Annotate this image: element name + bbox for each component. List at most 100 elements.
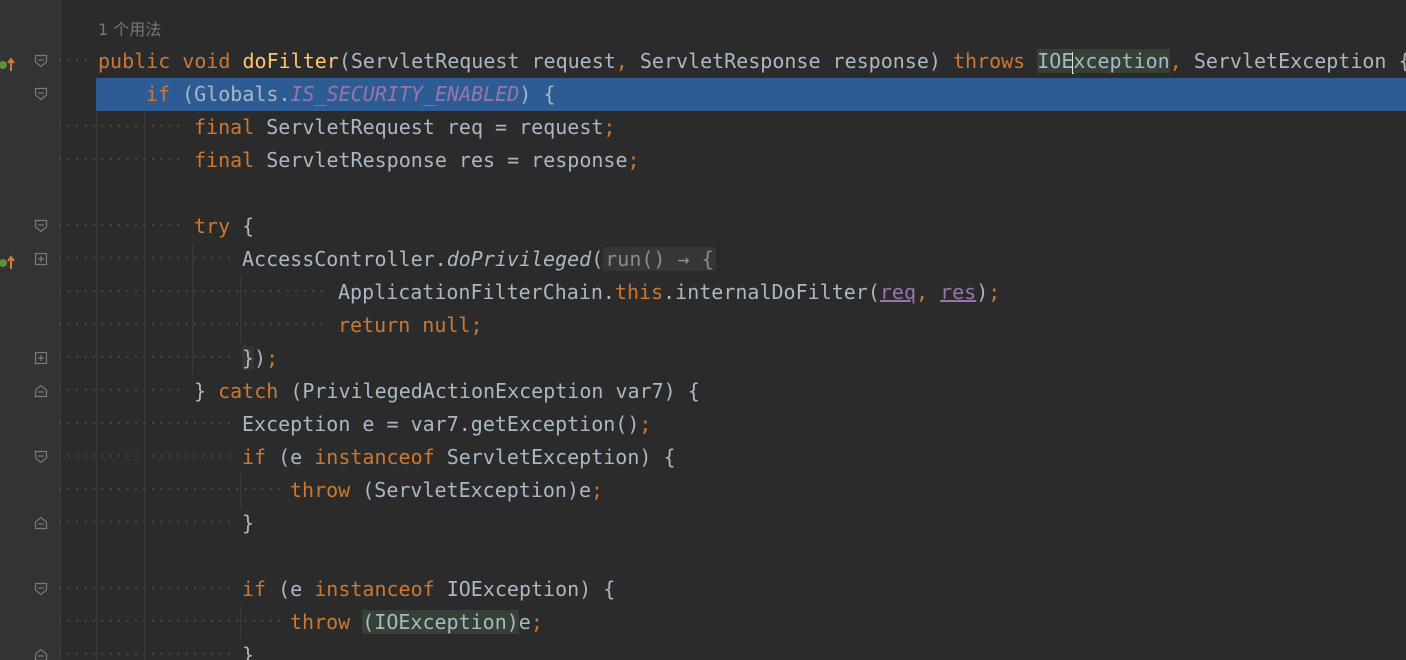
whitespace-dots: ···············	[56, 218, 183, 234]
fold-collapse-icon[interactable]	[34, 582, 48, 596]
code-text: throw (IOException)e;	[290, 606, 543, 639]
code-line-try[interactable]: ··············· try {	[0, 210, 1406, 243]
code-line-sig[interactable]: ···· public void doFilter(ServletRequest …	[0, 45, 1406, 78]
code-token: ,	[916, 280, 941, 304]
fold-end-icon[interactable]	[34, 516, 48, 530]
code-line-final-req[interactable]: ··············· final ServletRequest req …	[0, 111, 1406, 144]
code-token: this	[614, 280, 664, 304]
code-text: if (Globals.IS_SECURITY_ENABLED) {	[146, 78, 555, 111]
fold-collapse-icon[interactable]	[34, 54, 48, 68]
code-text: if (e instanceof IOException) {	[242, 573, 615, 606]
whitespace-dots: ·····················	[56, 515, 234, 531]
code-token: req	[879, 280, 916, 304]
code-line-blank-2[interactable]	[0, 540, 1406, 573]
code-token: catch	[218, 379, 291, 403]
code-token: try	[194, 214, 243, 238]
code-line-close-lambda[interactable]: ·····················});	[0, 342, 1406, 375]
whitespace-dots: ···························	[56, 614, 284, 630]
code-line-internal-do-filter[interactable]: ································ Applicat…	[0, 276, 1406, 309]
code-token: if	[242, 577, 279, 601]
code-token: }	[242, 346, 255, 370]
code-text: }	[242, 639, 254, 660]
whitespace-dots: ···························	[56, 482, 284, 498]
code-line-blank-1[interactable]	[0, 177, 1406, 210]
code-area[interactable]: 1 个用法 ···· public void doFilter(ServletRe…	[0, 0, 1406, 660]
code-text: try {	[194, 210, 254, 243]
code-token: ApplicationFilterChain.	[338, 280, 615, 304]
code-line-final-res[interactable]: ··············· final ServletResponse res…	[0, 144, 1406, 177]
code-token: ;	[470, 313, 483, 337]
code-line-throw-io[interactable]: ··························· throw (IOExce…	[0, 606, 1406, 639]
code-text: } catch (PrivilegedActionException var7)…	[194, 375, 700, 408]
usage-hint[interactable]: 1 个用法	[98, 16, 161, 44]
code-token: doFilter	[242, 49, 339, 73]
code-line-catch[interactable]: ··············· } catch (PrivilegedAction…	[0, 375, 1406, 408]
whitespace-dots: ····	[56, 53, 90, 69]
code-line-access-controller[interactable]: ····················· AccessController.do…	[0, 243, 1406, 276]
override-method-icon[interactable]	[0, 252, 16, 269]
code-token: ServletResponse res = response	[266, 148, 628, 172]
code-token: xception	[1073, 49, 1170, 73]
code-line-if-globals[interactable]: if (Globals.IS_SECURITY_ENABLED) {	[96, 78, 1406, 111]
code-token: (IOException)	[362, 610, 519, 634]
code-token: ServletException) {	[446, 445, 676, 469]
fold-expand-icon[interactable]	[34, 252, 48, 266]
whitespace-dots: ···············	[56, 152, 183, 168]
code-token: }	[242, 643, 255, 660]
code-token: ;	[988, 280, 1001, 304]
code-line-close-if-2[interactable]: ·····················}	[0, 639, 1406, 660]
code-token: IOE	[1037, 49, 1074, 73]
code-text: final ServletRequest req = request;	[194, 111, 615, 144]
code-text: });	[242, 342, 278, 375]
code-token: run() → {	[603, 247, 716, 271]
code-token: ,	[1169, 49, 1194, 73]
code-text: public void doFilter(ServletRequest requ…	[98, 45, 1406, 78]
fold-expand-icon[interactable]	[34, 351, 48, 365]
code-token: ;	[530, 610, 543, 634]
whitespace-dots: ·····················	[56, 251, 234, 267]
code-token: ;	[591, 478, 604, 502]
code-token: (	[591, 247, 604, 271]
code-token: instanceof	[314, 445, 447, 469]
code-token: if	[242, 445, 279, 469]
fold-collapse-icon[interactable]	[34, 219, 48, 233]
code-token: instanceof	[314, 577, 447, 601]
code-line-exception-e[interactable]: ····················· Exception e = var7.…	[0, 408, 1406, 441]
code-token: ;	[639, 412, 652, 436]
code-text: final ServletResponse res = response;	[194, 144, 640, 177]
code-token: {	[242, 214, 255, 238]
code-line-if-io-exception[interactable]: ····················· if (e instanceof IO…	[0, 573, 1406, 606]
override-method-icon[interactable]	[0, 54, 16, 71]
code-line-throw-servlet[interactable]: ··························· throw (Servle…	[0, 474, 1406, 507]
whitespace-dots: ·····················	[56, 449, 234, 465]
code-line-if-servlet-exception[interactable]: ····················· if (e instanceof Se…	[0, 441, 1406, 474]
code-token: AccessController.	[242, 247, 447, 271]
code-editor[interactable]: 1 个用法 ···· public void doFilter(ServletRe…	[0, 0, 1406, 660]
code-token: (e	[278, 445, 315, 469]
code-token: }	[194, 379, 219, 403]
code-token: public	[98, 49, 183, 73]
code-token: e	[518, 610, 531, 634]
code-line-close-if-1[interactable]: ·····················}	[0, 507, 1406, 540]
code-token: Exception e = var7.getException()	[242, 412, 640, 436]
code-token: throw	[290, 478, 363, 502]
whitespace-dots: ·····················	[56, 416, 234, 432]
code-token: .internalDoFilter(	[663, 280, 880, 304]
fold-end-icon[interactable]	[34, 648, 48, 660]
code-text: ApplicationFilterChain.this.internalDoFi…	[338, 276, 1000, 309]
whitespace-dots: ································	[56, 317, 326, 333]
fold-collapse-icon[interactable]	[34, 87, 48, 101]
whitespace-dots: ·····················	[56, 647, 234, 660]
whitespace-dots: ···············	[56, 383, 183, 399]
code-token: if	[146, 82, 183, 106]
code-token: ) {	[519, 82, 556, 106]
code-token: final	[194, 115, 267, 139]
code-token: )	[976, 280, 989, 304]
fold-end-icon[interactable]	[34, 384, 48, 398]
code-token: throws	[952, 49, 1038, 73]
fold-collapse-icon[interactable]	[34, 450, 48, 464]
code-line-return-null[interactable]: ································ return n…	[0, 309, 1406, 342]
code-token: (e	[278, 577, 315, 601]
code-token: ;	[266, 346, 279, 370]
whitespace-dots: ···············	[56, 119, 183, 135]
